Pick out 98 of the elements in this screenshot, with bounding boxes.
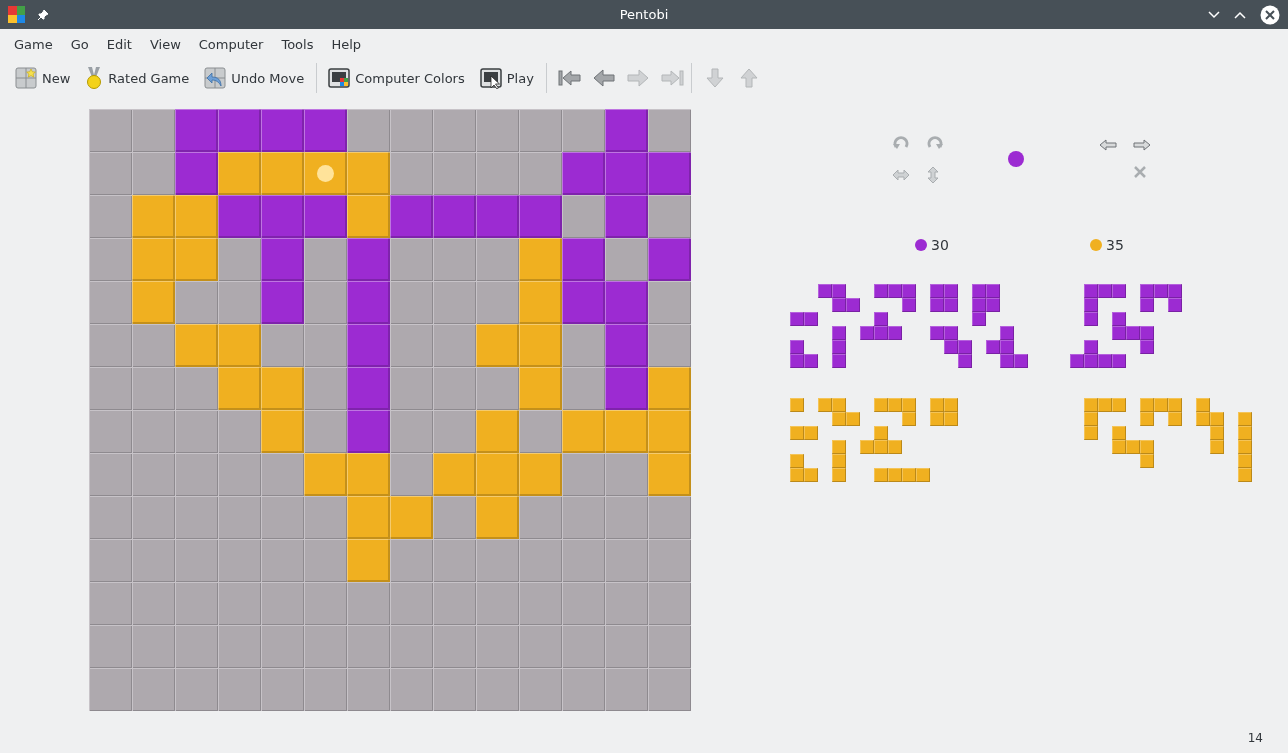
monitor-colors-icon [328,67,351,89]
menu-item[interactable]: View [140,36,190,52]
piece-square[interactable] [433,453,476,496]
piece-square[interactable] [347,539,390,582]
piece-square[interactable] [648,367,691,410]
medal-icon [85,66,104,90]
minimize-icon[interactable] [1208,10,1220,19]
piece-square[interactable] [390,496,433,539]
piece-square[interactable] [261,238,304,281]
piece-square[interactable] [562,281,605,324]
piece-square[interactable] [519,324,562,367]
piece-square[interactable] [562,152,605,195]
piece-square[interactable] [605,281,648,324]
menu-item[interactable]: Computer [189,36,273,52]
menu-item[interactable]: Help [322,36,371,52]
piece-square[interactable] [605,195,648,238]
piece-square[interactable] [218,324,261,367]
piece-square[interactable] [304,195,347,238]
close-icon[interactable] [1260,4,1280,25]
piece-square[interactable] [218,152,261,195]
piece-square[interactable] [347,496,390,539]
piece-square[interactable] [519,195,562,238]
piece-square[interactable] [562,238,605,281]
flip-vertical-icon[interactable] [926,166,940,184]
menu-item[interactable]: Tools [272,36,323,52]
piece-square[interactable] [261,152,304,195]
piece-square[interactable] [648,152,691,195]
player-score: 35 [1106,237,1124,253]
piece-square[interactable] [519,238,562,281]
app-logo-icon [8,6,25,23]
maximize-icon[interactable] [1234,10,1246,19]
toolbar-button[interactable]: Undo Move [199,63,310,93]
piece-square[interactable] [433,195,476,238]
piece-square[interactable] [261,281,304,324]
clear-x-icon[interactable] [1133,165,1147,179]
piece-square[interactable] [261,410,304,453]
piece-square[interactable] [476,453,519,496]
piece-square[interactable] [347,410,390,453]
piece-square[interactable] [261,109,304,152]
piece-square[interactable] [218,367,261,410]
piece-square[interactable] [648,410,691,453]
toolbar-button[interactable]: Rated Game [80,62,195,94]
piece-square[interactable] [175,152,218,195]
pin-icon[interactable] [37,8,49,21]
piece-square[interactable] [175,195,218,238]
piece-square[interactable] [304,152,347,195]
toolbar-button[interactable]: New [10,63,76,93]
piece-square[interactable] [605,109,648,152]
right-arrow-icon[interactable] [1133,139,1151,151]
piece-square[interactable] [347,195,390,238]
piece-square[interactable] [605,410,648,453]
piece-square[interactable] [347,152,390,195]
move-number: 14 [1247,731,1263,745]
piece-square[interactable] [132,238,175,281]
piece-square[interactable] [519,281,562,324]
piece-square[interactable] [605,152,648,195]
piece-square[interactable] [175,109,218,152]
piece-square[interactable] [347,367,390,410]
piece-square[interactable] [218,195,261,238]
left-arrow-icon[interactable] [1099,139,1117,151]
monitor-play-icon [479,67,502,89]
piece-square[interactable] [132,281,175,324]
piece-square[interactable] [562,410,605,453]
piece-square[interactable] [476,410,519,453]
piece-square[interactable] [605,324,648,367]
piece-square[interactable] [347,324,390,367]
piece-square[interactable] [304,453,347,496]
remaining-pieces-drawing[interactable] [790,284,1182,368]
window-title: Pentobi [619,7,669,22]
menu-item[interactable]: Go [61,36,98,52]
piece-square[interactable] [175,324,218,367]
piece-square[interactable] [476,324,519,367]
piece-square[interactable] [648,453,691,496]
menu-item[interactable]: Edit [97,36,141,52]
piece-square[interactable] [476,496,519,539]
toolbar-button[interactable]: Computer Colors [323,63,470,93]
piece-square[interactable] [132,195,175,238]
new-board-icon [15,67,37,89]
piece-square[interactable] [261,195,304,238]
menu-item[interactable]: Game [5,36,62,52]
piece-square[interactable] [261,367,304,410]
player-score: 30 [931,237,949,253]
last-move-marker [317,165,334,182]
piece-square[interactable] [347,453,390,496]
piece-square[interactable] [304,109,347,152]
piece-square[interactable] [218,109,261,152]
undo-board-icon [204,67,227,89]
piece-square[interactable] [390,195,433,238]
toolbar-button[interactable]: Play [474,63,539,93]
piece-square[interactable] [519,367,562,410]
piece-square[interactable] [175,238,218,281]
piece-square[interactable] [519,453,562,496]
piece-square[interactable] [648,238,691,281]
piece-square[interactable] [347,281,390,324]
flip-horizontal-icon[interactable] [892,168,910,182]
piece-square[interactable] [476,195,519,238]
piece-square[interactable] [605,367,648,410]
piece-square[interactable] [347,238,390,281]
